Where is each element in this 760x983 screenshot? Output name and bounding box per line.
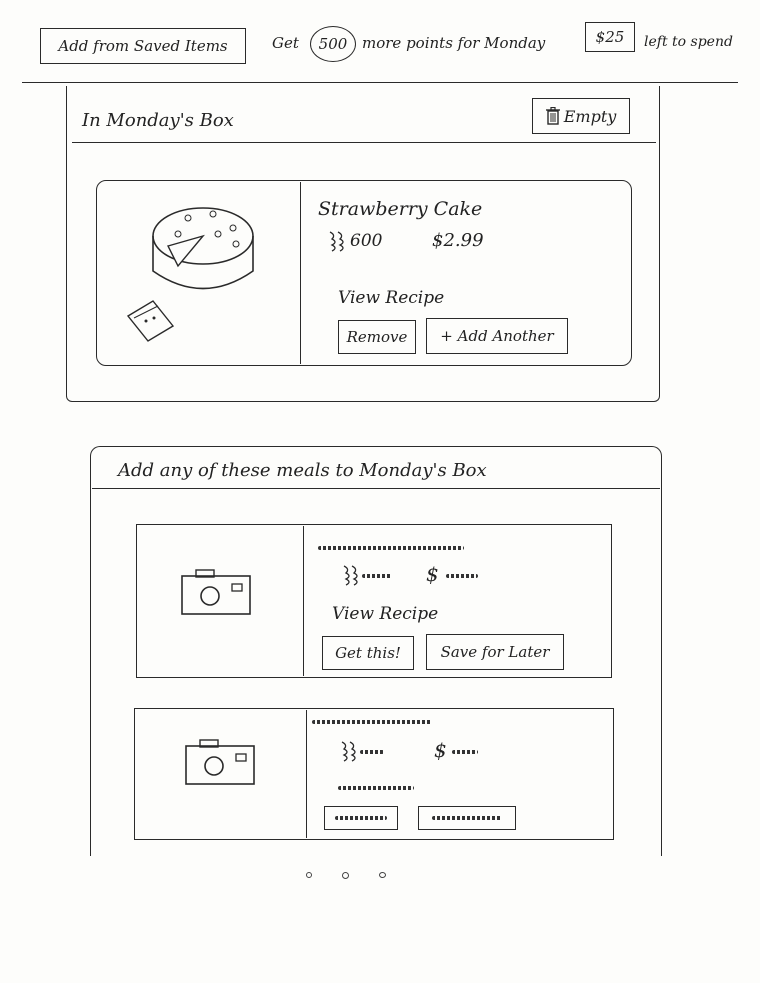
suggestions-header-divider (92, 488, 660, 489)
primary-action-button[interactable] (324, 806, 398, 830)
add-another-button[interactable]: + Add Another (426, 318, 568, 354)
points-placeholder (362, 574, 392, 578)
box-header-divider (72, 142, 656, 143)
suggestion-card-divider (306, 710, 307, 838)
budget-badge: $25 (585, 22, 635, 52)
empty-box-button[interactable]: Empty (532, 98, 630, 134)
recipe-link-placeholder (338, 786, 414, 790)
points-placeholder (360, 750, 384, 754)
get-this-button[interactable]: Get this! (322, 636, 414, 670)
secondary-action-button[interactable] (418, 806, 516, 830)
view-recipe-link[interactable]: View Recipe (332, 604, 438, 624)
trash-icon (545, 107, 560, 125)
button-label-placeholder (432, 816, 502, 820)
points-remaining-badge: 500 (310, 26, 356, 62)
points-icon (326, 230, 346, 252)
points-icon (340, 564, 360, 586)
item-points-value: 600 (350, 231, 383, 251)
remove-button[interactable]: Remove (338, 320, 416, 354)
save-for-later-button[interactable]: Save for Later (426, 634, 564, 670)
camera-icon (180, 568, 252, 616)
suggestions-title: Add any of these meals to Monday's Box (118, 460, 487, 481)
cake-image (118, 196, 268, 346)
add-from-saved-button[interactable]: Add from Saved Items (40, 28, 246, 64)
price-symbol: $ (434, 738, 447, 762)
card-divider (300, 182, 301, 364)
item-points: 600 (326, 230, 382, 252)
points-icon (338, 740, 358, 762)
item-name: Strawberry Cake (318, 198, 483, 220)
price-placeholder (452, 750, 478, 754)
suggestion-card-divider (303, 526, 304, 676)
view-recipe-link[interactable]: View Recipe (338, 288, 444, 308)
price-placeholder (446, 574, 478, 578)
loading-indicator (306, 872, 386, 879)
camera-icon (184, 738, 256, 786)
button-label-placeholder (335, 816, 387, 820)
empty-button-label: Empty (563, 106, 617, 126)
budget-suffix: left to spend (644, 34, 733, 50)
box-title: In Monday's Box (82, 110, 234, 131)
item-price: $2.99 (432, 230, 484, 251)
points-prefix: Get (272, 34, 299, 52)
meal-name-placeholder (312, 720, 432, 724)
price-symbol: $ (426, 562, 439, 586)
header-divider (22, 82, 738, 83)
meal-name-placeholder (318, 546, 464, 550)
points-suffix: more points for Monday (362, 34, 546, 52)
